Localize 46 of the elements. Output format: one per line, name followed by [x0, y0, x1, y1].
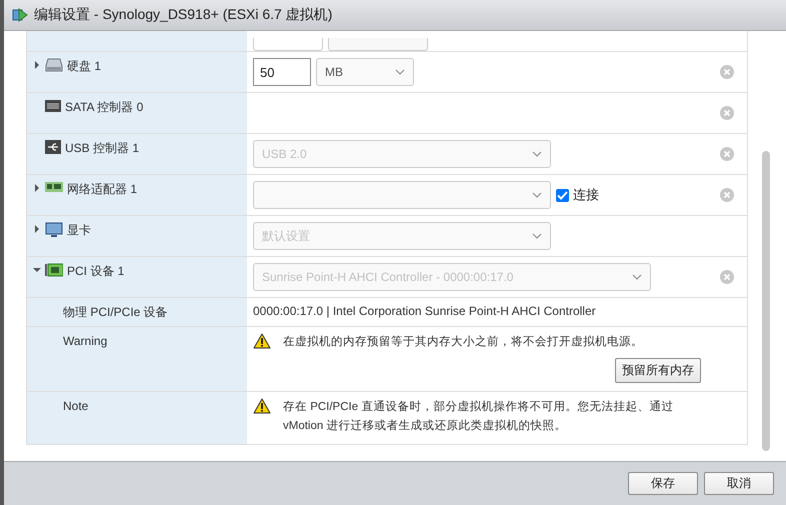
dropdown[interactable] — [253, 181, 551, 209]
device-label: 网络适配器 1 — [67, 181, 138, 197]
dialog-button[interactable]: 保存 — [628, 472, 698, 495]
warning-message: 在虚拟机的内存预留等于其内存大小之前，将不会打开虚拟机电源。 — [283, 334, 643, 350]
expand-caret-icon[interactable] — [33, 184, 41, 192]
vm-edit-icon — [12, 7, 28, 23]
monitor-icon — [45, 222, 63, 238]
expand-caret-icon[interactable] — [33, 61, 41, 69]
chevron-down-icon — [532, 151, 542, 157]
chevron-down-icon — [532, 192, 542, 198]
window-title: 编辑设置 - Synology_DS918+ (ESXi 6.7 虚拟机) — [34, 6, 332, 24]
controller-chip-icon — [45, 99, 61, 113]
property-label: Warning — [62, 334, 108, 348]
network-card-icon — [45, 181, 63, 193]
device-label: PCI 设备 1 — [67, 263, 124, 279]
property-value: 0000:00:17.0 | Intel Corporation Sunrise Point-H AHCI Controller — [253, 304, 597, 318]
remove-icon[interactable] — [720, 65, 734, 79]
checkbox-label: 连接 — [573, 186, 599, 204]
dropdown[interactable] — [328, 38, 428, 51]
device-label: 显卡 — [67, 222, 91, 238]
pci-card-icon — [45, 263, 63, 277]
expand-caret-icon[interactable] — [33, 225, 41, 233]
scrollbar[interactable] — [762, 151, 770, 451]
input-field[interactable] — [253, 38, 323, 51]
checkbox[interactable] — [556, 188, 569, 202]
remove-icon[interactable] — [720, 106, 734, 120]
size-field[interactable]: 50 — [253, 58, 311, 86]
chevron-down-icon — [395, 69, 405, 75]
chevron-down-icon — [532, 233, 542, 239]
dialog-button[interactable]: 取消 — [704, 472, 774, 495]
warning-message: 存在 PCI/PCIe 直通设备时，部分虚拟机操作将不可用。您无法挂起、通过 vMotion 进行迁移或者生成或还原此类虚拟机的快照。 — [283, 399, 674, 434]
device-label: SATA 控制器 0 — [65, 99, 144, 115]
device-label: USB 控制器 1 — [65, 140, 140, 156]
property-label: 物理 PCI/PCIe 设备 — [62, 305, 168, 319]
warning-icon — [253, 398, 271, 414]
usb-icon — [45, 140, 61, 154]
remove-icon[interactable] — [720, 270, 734, 284]
unit-dropdown[interactable]: MB — [316, 58, 414, 86]
remove-icon[interactable] — [720, 188, 734, 202]
warning-icon — [253, 333, 271, 349]
expand-caret-icon[interactable] — [33, 266, 41, 274]
chevron-down-icon — [632, 274, 642, 280]
remove-icon[interactable] — [720, 147, 734, 161]
device-label: 硬盘 1 — [67, 58, 102, 74]
reserve-memory-button[interactable]: 预留所有内存 — [615, 358, 701, 383]
property-label: Note — [62, 399, 88, 413]
